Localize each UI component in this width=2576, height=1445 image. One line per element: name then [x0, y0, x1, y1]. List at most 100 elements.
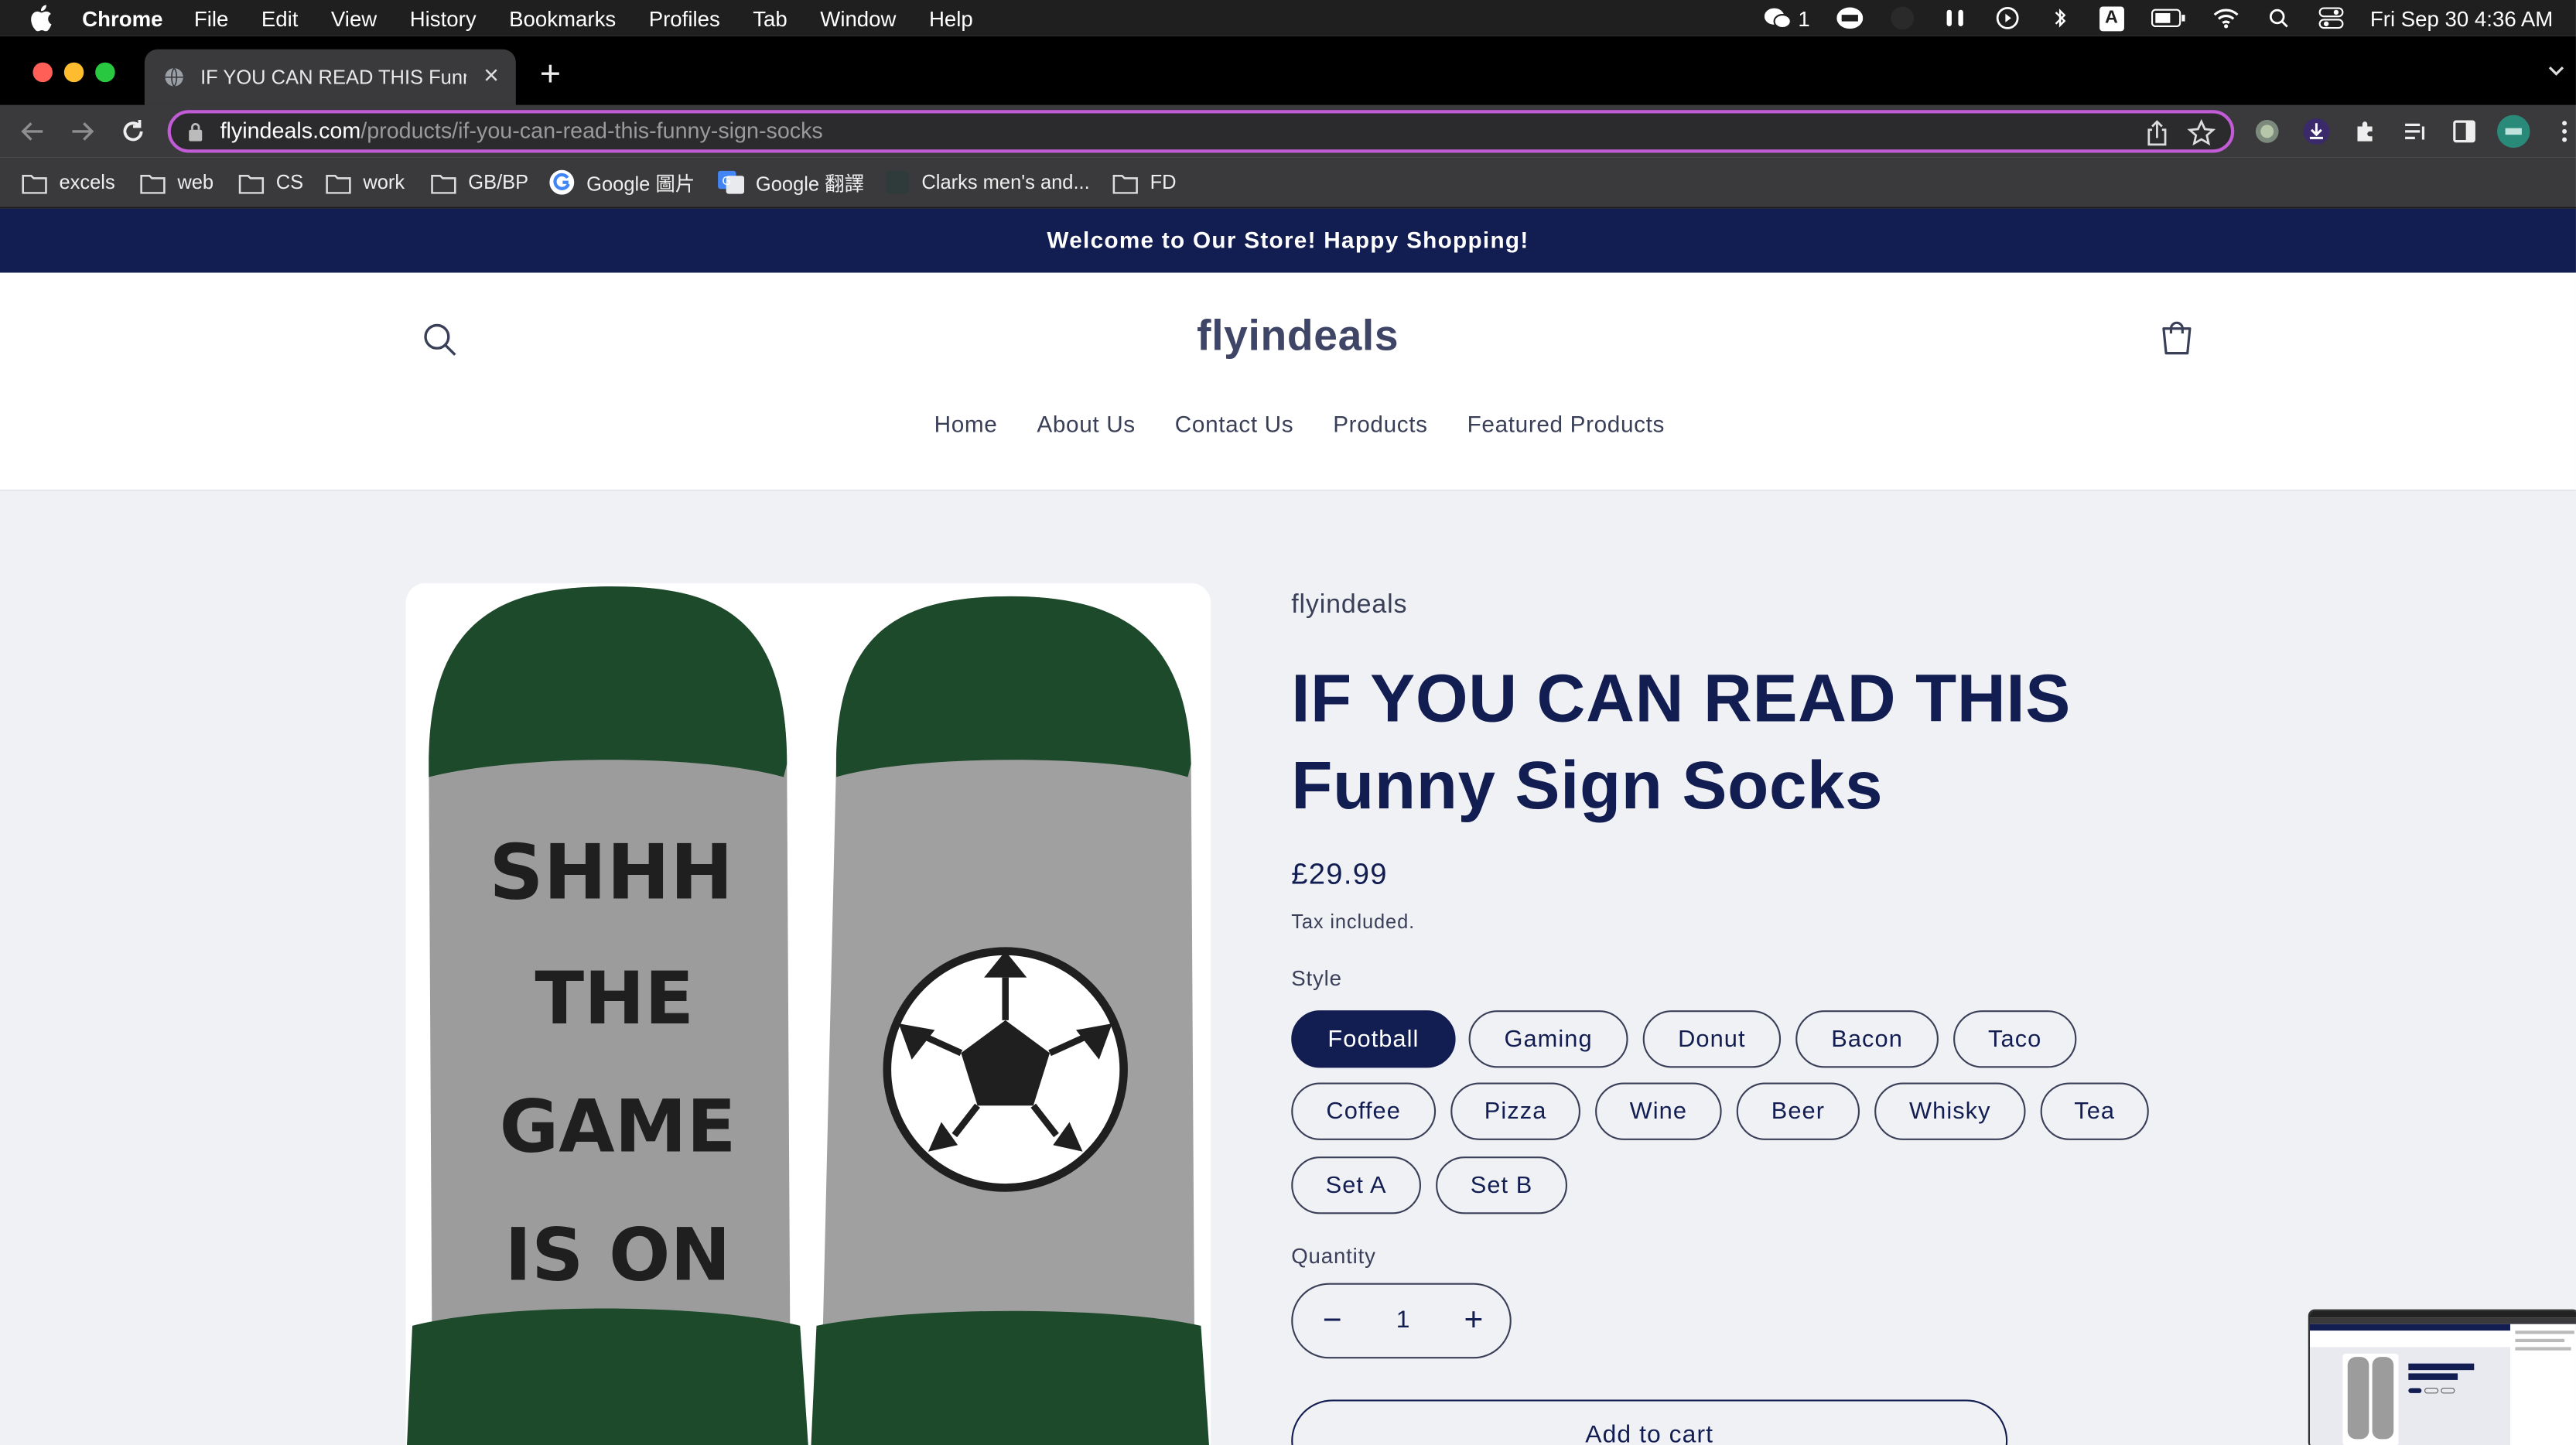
nav-contact-us[interactable]: Contact Us	[1175, 411, 1293, 437]
style-option-beer[interactable]: Beer	[1736, 1082, 1860, 1140]
style-option-taco[interactable]: Taco	[1953, 1010, 2077, 1068]
style-option-wine[interactable]: Wine	[1595, 1082, 1722, 1140]
dark-circle-icon[interactable]	[1889, 6, 1915, 30]
clarks-site-icon	[885, 170, 909, 194]
bookmark-web[interactable]: web	[140, 168, 214, 197]
style-option-whisky[interactable]: Whisky	[1874, 1082, 2026, 1140]
menu-tab[interactable]: Tab	[753, 5, 787, 30]
new-tab-button[interactable]: +	[532, 53, 569, 95]
style-option-bacon[interactable]: Bacon	[1795, 1010, 1939, 1068]
play-icon[interactable]	[1994, 6, 2021, 29]
product-image[interactable]: SHHH THE GAME IS ON	[405, 582, 1211, 1445]
football-icon	[883, 947, 1128, 1192]
menu-bookmarks[interactable]: Bookmarks	[509, 5, 616, 30]
line-icon[interactable]	[1836, 6, 1863, 29]
product-price: £29.99	[1291, 857, 1388, 891]
wechat-count: 1	[1798, 5, 1810, 31]
back-arrow-icon[interactable]	[16, 115, 49, 148]
reading-list-icon[interactable]	[2402, 118, 2428, 145]
screenshot-thumbnail[interactable]	[2308, 1309, 2576, 1445]
socks-photo: SHHH THE GAME IS ON	[405, 582, 1211, 1445]
wifi-icon[interactable]	[2212, 6, 2239, 29]
profile-avatar-icon[interactable]	[2497, 114, 2530, 149]
folder-icon	[326, 173, 351, 193]
bookmark-gb-bp[interactable]: GB/BP	[430, 168, 528, 197]
sock-text-line-2: THE	[535, 957, 694, 1041]
bookmark-label: GB/BP	[468, 170, 529, 194]
bookmark-cs[interactable]: CS	[238, 168, 303, 197]
svg-text:G: G	[722, 174, 731, 188]
quantity-input[interactable]: 1	[1367, 1306, 1439, 1334]
add-to-cart-button[interactable]: Add to cart	[1291, 1399, 2008, 1445]
style-option-football[interactable]: Football	[1291, 1010, 1456, 1068]
menu-window[interactable]: Window	[820, 5, 896, 30]
style-label: Style	[1291, 965, 1342, 991]
style-option-coffee[interactable]: Coffee	[1291, 1082, 1437, 1140]
cart-icon[interactable]	[2157, 319, 2196, 358]
style-option-gaming[interactable]: Gaming	[1468, 1010, 1628, 1068]
side-panel-icon[interactable]	[2451, 118, 2478, 145]
tax-note: Tax included.	[1291, 910, 1416, 934]
control-center-icon[interactable]	[2318, 6, 2344, 29]
nav-products[interactable]: Products	[1333, 411, 1427, 437]
bookmark-work[interactable]: work	[325, 168, 405, 197]
quantity-increase-button[interactable]: +	[1457, 1304, 1490, 1337]
extension-green-icon[interactable]	[2254, 118, 2280, 145]
more-menu-icon[interactable]	[2560, 118, 2570, 145]
url-text[interactable]: flyindeals.com/products/if-you-can-read-…	[220, 118, 823, 143]
close-tab-icon[interactable]: ×	[480, 63, 503, 92]
menu-file[interactable]: File	[194, 5, 228, 30]
bookmark-star-icon[interactable]	[2187, 118, 2216, 148]
globe-icon	[165, 67, 183, 87]
airpods-icon[interactable]	[1942, 6, 1968, 29]
battery-icon[interactable]	[2150, 6, 2186, 29]
bluetooth-icon[interactable]	[2047, 6, 2073, 29]
share-icon[interactable]	[2146, 120, 2169, 146]
menu-profiles[interactable]: Profiles	[649, 5, 720, 30]
style-option-set-a[interactable]: Set A	[1291, 1156, 1422, 1214]
bookmarks-bar: excels web CS work GB/BP Google 圖片 G Goog…	[0, 157, 2576, 209]
tab-title: IF YOU CAN READ THIS Funny Sign Socks	[200, 65, 466, 89]
menu-history[interactable]: History	[410, 5, 477, 30]
download-extension-icon[interactable]	[2303, 118, 2330, 145]
menu-app-name[interactable]: Chrome	[82, 5, 162, 30]
reload-icon[interactable]	[117, 115, 149, 148]
extensions-puzzle-icon[interactable]	[2352, 118, 2379, 145]
wechat-icon[interactable]	[1765, 6, 1792, 29]
lock-icon[interactable]	[187, 121, 203, 142]
announcement-bar: Welcome to Our Store! Happy Shopping!	[0, 208, 2576, 273]
bookmark-clarks[interactable]: Clarks men's and...	[884, 168, 1090, 197]
menu-view[interactable]: View	[331, 5, 377, 30]
apple-icon[interactable]	[29, 5, 53, 32]
tab-active[interactable]: IF YOU CAN READ THIS Funny Sign Socks ×	[144, 49, 516, 105]
spotlight-search-icon[interactable]	[2265, 6, 2291, 29]
folder-icon	[238, 173, 265, 193]
quantity-decrease-button[interactable]: −	[1316, 1304, 1348, 1337]
folder-icon	[140, 173, 166, 193]
input-source-icon[interactable]: A	[2099, 5, 2124, 31]
screenshot-thumbnail-image	[2309, 1310, 2576, 1445]
address-bar[interactable]: flyindeals.com/products/if-you-can-read-…	[167, 110, 2235, 153]
bookmark-google-images[interactable]: Google 圖片	[548, 168, 695, 197]
style-option-tea[interactable]: Tea	[2040, 1082, 2149, 1140]
product-title: IF YOU CAN READ THIS Funny Sign Socks	[1291, 660, 2071, 823]
clock[interactable]: Fri Sep 30 4:36 AM	[2370, 5, 2553, 30]
menu-edit[interactable]: Edit	[261, 5, 299, 30]
bookmark-google-translate[interactable]: G Google 翻譯	[718, 168, 864, 197]
nav-about-us[interactable]: About Us	[1037, 411, 1135, 437]
style-option-pizza[interactable]: Pizza	[1450, 1082, 1580, 1140]
bookmark-fd[interactable]: FD	[1112, 168, 1177, 197]
chevron-down-icon[interactable]	[2547, 59, 2566, 82]
minimize-window-button[interactable]	[63, 62, 84, 83]
zoom-window-button[interactable]	[95, 62, 115, 83]
style-option-donut[interactable]: Donut	[1642, 1010, 1782, 1068]
menu-help[interactable]: Help	[929, 5, 973, 30]
sock-text-line-3: GAME	[500, 1085, 736, 1170]
bookmark-excels[interactable]: excels	[22, 168, 115, 197]
style-option-set-b[interactable]: Set B	[1436, 1156, 1568, 1214]
close-window-button[interactable]	[32, 62, 53, 83]
bookmark-label: excels	[59, 170, 115, 194]
nav-home[interactable]: Home	[934, 411, 998, 437]
nav-featured-products[interactable]: Featured Products	[1467, 411, 1665, 437]
forward-arrow-icon[interactable]	[66, 115, 98, 148]
